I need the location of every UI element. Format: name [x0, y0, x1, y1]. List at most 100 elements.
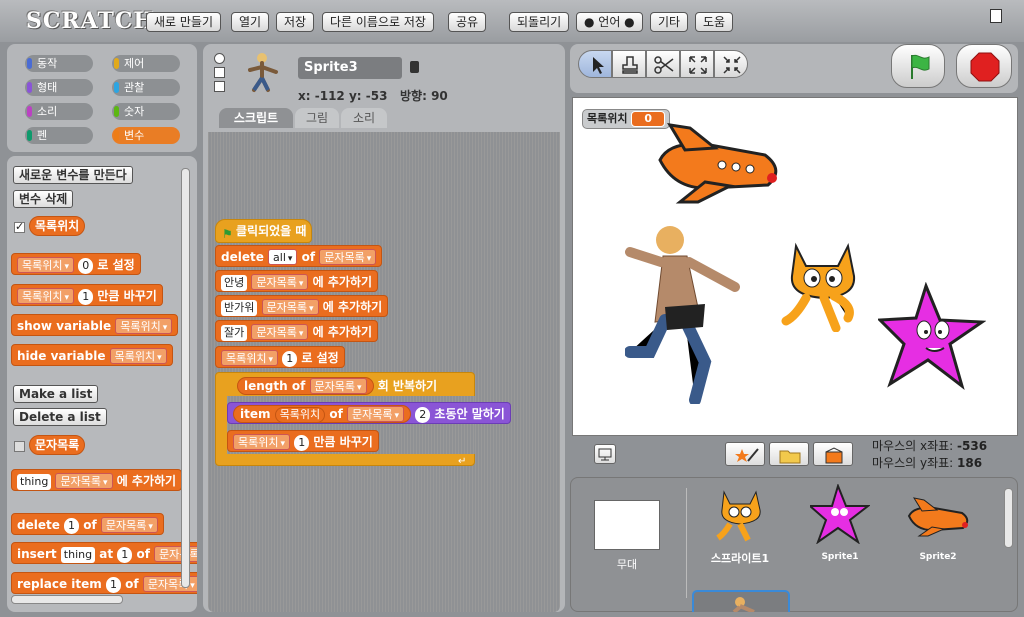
delete-variable-button[interactable]: 변수 삭제	[13, 190, 74, 208]
green-flag-button[interactable]	[891, 44, 945, 88]
new-button[interactable]: 새로 만들기	[146, 12, 222, 32]
variable-dropdown[interactable]: 목록위치	[115, 318, 173, 334]
insert-at-list-block[interactable]: insert thing at 1 of 문자목록	[11, 542, 197, 564]
category-variables[interactable]: 변수	[112, 127, 180, 144]
set-value-input[interactable]: 1	[282, 351, 298, 367]
category-numbers[interactable]: 숫자	[112, 103, 180, 120]
shrink-tool[interactable]	[714, 50, 748, 78]
lock-icon[interactable]	[410, 61, 419, 73]
variable-dropdown[interactable]: 목록위치	[221, 350, 279, 366]
undo-button[interactable]: 되돌리기	[509, 12, 570, 32]
stamp-tool[interactable]	[612, 50, 646, 78]
list-dropdown[interactable]: 문자목록	[55, 473, 113, 489]
add-to-list-block[interactable]: thing 문자목록 에 추가하기	[11, 469, 183, 491]
make-variable-button[interactable]: 새로운 변수를 만든다	[13, 166, 133, 184]
add-hello-block[interactable]: 안녕 문자목록 에 추가하기	[215, 270, 379, 292]
category-sound[interactable]: 소리	[25, 103, 93, 120]
arrow-tool[interactable]	[578, 50, 612, 78]
tab-sounds[interactable]: 소리	[341, 108, 387, 128]
set-value-input[interactable]: 0	[78, 258, 94, 274]
document-icon[interactable]	[990, 9, 1002, 23]
sprite-name-input[interactable]: Sprite3	[298, 57, 402, 79]
rotation-style-buttons[interactable]	[214, 53, 226, 95]
item-input[interactable]: 잘가	[221, 325, 248, 341]
make-list-button[interactable]: Make a list	[13, 385, 99, 403]
variable-dropdown[interactable]: 목록위치	[109, 348, 167, 364]
item-input[interactable]: 안녕	[221, 275, 248, 291]
tab-costumes[interactable]: 그림	[295, 108, 339, 128]
cat-thumbnail[interactable]	[712, 486, 768, 542]
variable-dropdown[interactable]: 목록위치	[17, 257, 75, 273]
delete-of-list-block[interactable]: delete 1 of 문자목록	[11, 513, 164, 535]
list-dropdown[interactable]: 문자목록	[319, 249, 377, 265]
star-thumbnail[interactable]	[810, 484, 870, 544]
cat-sprite[interactable]	[776, 236, 868, 332]
open-sprite-button[interactable]	[769, 442, 809, 466]
variable-dropdown[interactable]: 목록위치	[233, 434, 291, 450]
stage-thumbnail[interactable]	[594, 500, 660, 550]
change-value-input[interactable]: 1	[294, 435, 310, 451]
add-welcome-block[interactable]: 반가워 문자목록 에 추가하기	[215, 295, 389, 317]
change-variable-block[interactable]: 목록위치 1 만큼 바꾸기	[11, 284, 163, 306]
list-dropdown[interactable]: 문자목록	[154, 546, 197, 562]
save-as-button[interactable]: 다른 이름으로 저장	[322, 12, 434, 32]
item-of-reporter[interactable]: item 목록위치 of 문자목록	[233, 405, 412, 423]
add-goodbye-block[interactable]: 잘가 문자목록 에 추가하기	[215, 320, 379, 342]
list-dropdown[interactable]: 문자목록	[261, 299, 319, 315]
variable-dropdown[interactable]: 목록위치	[17, 288, 75, 304]
show-variable-block[interactable]: show variable 목록위치	[11, 314, 179, 336]
set-variable-block[interactable]: 목록위치 0 로 설정	[11, 253, 141, 275]
index-input[interactable]: 1	[64, 518, 80, 534]
say-for-secs-block[interactable]: item 목록위치 of 문자목록 2 초동안 말하기	[227, 402, 511, 424]
list-dropdown[interactable]: 문자목록	[347, 406, 405, 422]
variable-checkbox[interactable]: ✓	[14, 220, 25, 233]
dancer-sprite[interactable]	[625, 222, 760, 404]
secs-input[interactable]: 2	[415, 407, 431, 423]
open-button[interactable]: 열기	[231, 12, 270, 32]
category-sensing[interactable]: 관찰	[112, 79, 180, 96]
presentation-mode-button[interactable]	[594, 444, 616, 464]
all-dropdown[interactable]: all	[268, 249, 298, 265]
when-flag-clicked-block[interactable]: ⚑ 클릭되었을 때	[215, 219, 313, 243]
cut-tool[interactable]	[646, 50, 680, 78]
star-sprite[interactable]	[878, 282, 986, 392]
category-control[interactable]: 제어	[112, 55, 180, 72]
airplane-sprite[interactable]	[650, 120, 790, 205]
list-dropdown[interactable]: 문자목록	[251, 324, 309, 340]
change-position-block[interactable]: 목록위치 1 만큼 바꾸기	[227, 430, 379, 452]
save-button[interactable]: 저장	[276, 12, 315, 32]
language-button[interactable]: ● 언어 ●	[576, 12, 643, 32]
no-rotate-icon[interactable]	[214, 81, 225, 92]
variable-reporter[interactable]: 목록위치	[274, 407, 326, 423]
stop-button[interactable]	[956, 44, 1012, 88]
index-input[interactable]: 1	[105, 577, 121, 593]
thing-input[interactable]: thing	[60, 547, 96, 563]
set-position-block[interactable]: 목록위치 1 로 설정	[215, 346, 345, 368]
share-button[interactable]: 공유	[448, 12, 487, 32]
selected-sprite-tile[interactable]	[692, 590, 790, 614]
palette-scrollbar-vertical[interactable]	[181, 168, 190, 588]
variable-reporter[interactable]: 목록위치	[29, 216, 86, 236]
airplane-thumbnail[interactable]	[904, 496, 972, 538]
list-dropdown[interactable]: 문자목록	[100, 517, 158, 533]
index-input[interactable]: 1	[117, 547, 133, 563]
rotate-icon[interactable]	[214, 53, 225, 64]
item-input[interactable]: 반가워	[221, 300, 258, 316]
list-checkbox[interactable]	[14, 441, 25, 452]
tab-scripts[interactable]: 스크립트	[219, 108, 293, 128]
extras-button[interactable]: 기타	[650, 12, 689, 32]
category-pen[interactable]: 펜	[25, 127, 93, 144]
category-looks[interactable]: 형태	[25, 79, 93, 96]
list-reporter[interactable]: 문자목록	[29, 435, 86, 455]
length-of-reporter[interactable]: length of 문자목록	[237, 377, 374, 395]
delete-all-block[interactable]: delete all of 문자목록	[215, 245, 383, 267]
surprise-sprite-button[interactable]	[813, 442, 853, 466]
list-dropdown[interactable]: 문자목록	[251, 274, 309, 290]
paint-new-sprite-button[interactable]	[725, 442, 765, 466]
flip-icon[interactable]	[214, 67, 225, 78]
help-button[interactable]: 도움	[695, 12, 734, 32]
change-value-input[interactable]: 1	[78, 289, 94, 305]
delete-list-button[interactable]: Delete a list	[13, 408, 107, 426]
palette-scrollbar-horizontal[interactable]	[11, 595, 123, 604]
grow-tool[interactable]	[680, 50, 714, 78]
